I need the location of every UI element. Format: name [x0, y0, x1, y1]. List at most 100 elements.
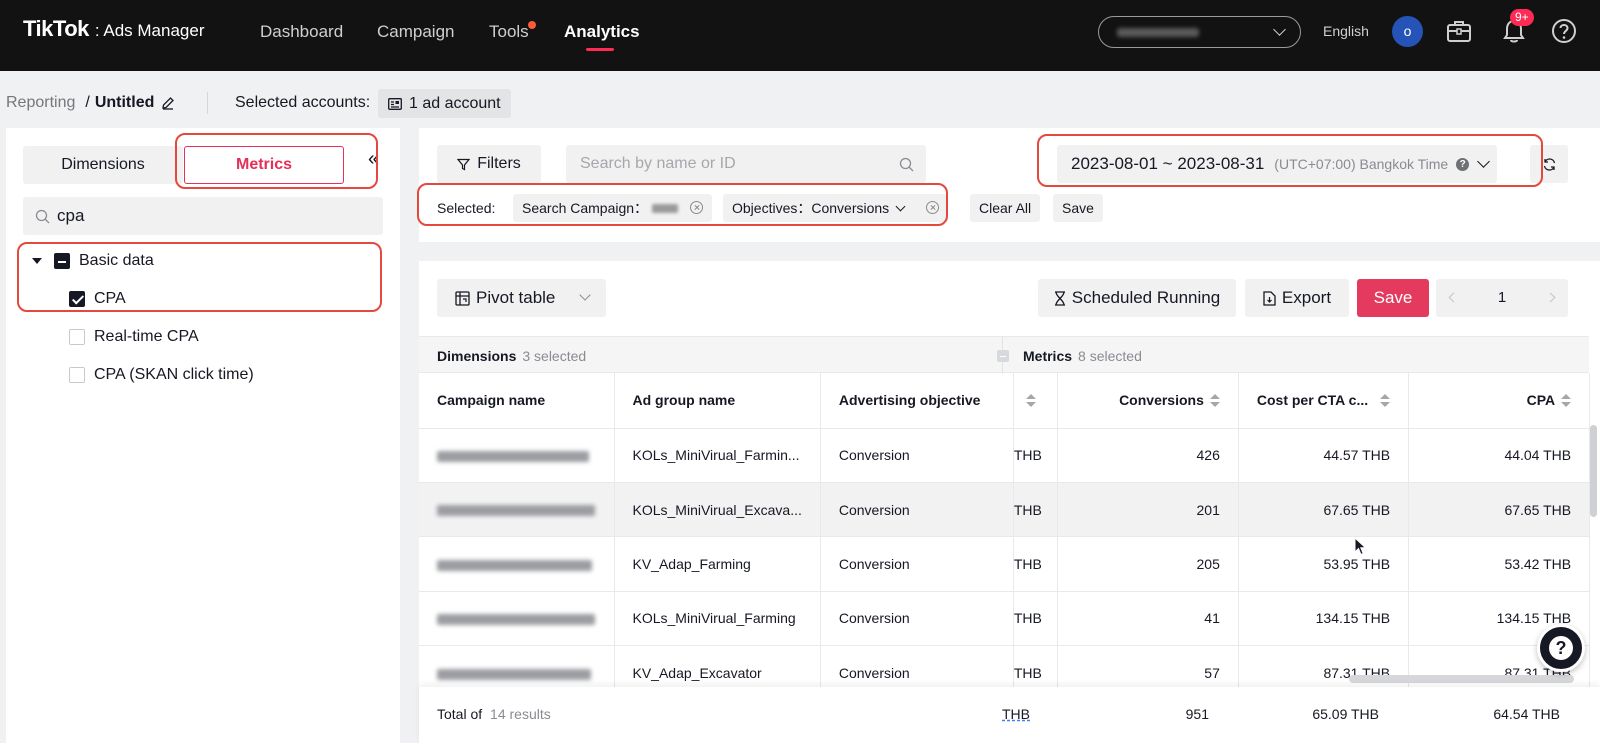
cell-cut-off: THB [1013, 591, 1058, 647]
cell-cpa: 53.42 THB [1408, 536, 1591, 592]
name-id-search-input[interactable] [580, 145, 880, 183]
cell-campaign-name[interactable] [419, 428, 615, 483]
checkbox-cpa[interactable] [69, 291, 85, 307]
cell-ad-group[interactable]: KOLs_MiniVirual_Excava... [614, 482, 821, 538]
col-conversions[interactable]: Conversions [1057, 373, 1239, 429]
highlight-selected-filters [417, 183, 948, 226]
col-advertising-objective[interactable]: Advertising objective [820, 373, 1014, 429]
help-chat-button[interactable]: ? [1537, 624, 1585, 672]
item-label: CPA (SKAN click time) [94, 366, 254, 383]
mouse-cursor-icon [1354, 537, 1367, 556]
cell-ad-group[interactable]: KOLs_MiniVirual_Farming [614, 591, 821, 647]
brand-sub: : Ads Manager [94, 21, 205, 40]
chevron-down-icon [1273, 23, 1286, 36]
sort-icon[interactable] [1025, 394, 1036, 408]
table-row[interactable]: KOLs_MiniVirual_Farming Conversion THB 4… [419, 591, 1591, 647]
tree-item-cpa-skan[interactable]: CPA (SKAN click time) [69, 366, 254, 384]
cell-ad-group[interactable]: KOLs_MiniVirual_Farmin... [614, 428, 821, 483]
dimensions-label: Dimensions [437, 348, 517, 364]
nav-analytics[interactable]: Analytics [564, 22, 640, 42]
cell-conversions: 41 [1057, 591, 1239, 647]
group-checkbox-partial[interactable] [54, 253, 70, 269]
filters-button[interactable]: Filters [437, 145, 541, 183]
save-filters-button[interactable]: Save [1053, 194, 1103, 222]
total-label-text: Total of [437, 706, 483, 722]
col-cost-per-cta[interactable]: Cost per CTA c... [1238, 373, 1410, 429]
campaign-name-redacted [437, 450, 589, 462]
metrics-count: 8 selected [1078, 348, 1142, 364]
cell-cut-off: THB [1013, 482, 1058, 538]
highlight-metrics-tab [175, 133, 378, 189]
cell-campaign-name[interactable] [419, 482, 615, 538]
table-row[interactable]: KOLs_MiniVirual_Excava... Conversion THB… [419, 482, 1591, 538]
export-label: Export [1281, 288, 1332, 307]
avatar[interactable]: o [1392, 16, 1423, 47]
account-card-icon [388, 97, 402, 110]
account-name-redacted [1117, 28, 1199, 37]
filters-label: Filters [477, 155, 521, 172]
ad-account-count: 1 ad account [409, 94, 501, 112]
tree-item-cpa[interactable]: CPA [69, 290, 126, 308]
cell-objective: Conversion [820, 591, 1014, 647]
checkbox-cpa-skan[interactable] [69, 367, 85, 383]
total-row: Total of 14 results THB 951 65.09 THB 64… [419, 687, 1600, 743]
sort-icon[interactable] [1561, 394, 1572, 408]
cell-campaign-name[interactable] [419, 536, 615, 592]
col-campaign-name[interactable]: Campaign name [419, 373, 615, 429]
briefcase-icon[interactable] [1443, 15, 1475, 47]
campaign-name-redacted [437, 668, 591, 680]
col-cpa[interactable]: CPA [1408, 373, 1591, 429]
clear-all-button[interactable]: Clear All [970, 194, 1041, 222]
checkbox-realtime-cpa[interactable] [69, 329, 85, 345]
nav-campaign[interactable]: Campaign [377, 22, 455, 42]
divider [207, 92, 208, 114]
cell-cpa: 44.04 THB [1408, 428, 1591, 483]
col-cut-off[interactable] [1013, 373, 1058, 429]
brand-name: TikTok [23, 16, 89, 41]
nav-tools[interactable]: Tools [489, 22, 529, 42]
cell-conversions: 201 [1057, 482, 1239, 538]
help-icon[interactable] [1548, 15, 1580, 47]
pagination: 1 [1436, 279, 1568, 317]
collapse-group-icon[interactable] [997, 350, 1009, 362]
account-selector[interactable] [1098, 16, 1301, 48]
table-row[interactable]: KOLs_MiniVirual_Farmin... Conversion THB… [419, 428, 1591, 483]
metric-search [23, 197, 383, 235]
total-conversions: 951 [1185, 706, 1209, 722]
search-icon[interactable] [899, 157, 914, 172]
tiktok-ads-manager-logo[interactable]: TikTok : Ads Manager [23, 16, 205, 42]
scheduled-running-button[interactable]: Scheduled Running [1038, 279, 1236, 317]
edit-pencil-icon[interactable] [161, 96, 175, 110]
highlight-date-range [1037, 134, 1543, 187]
campaign-name-redacted [437, 559, 592, 571]
filter-bar: Filters 2023-08-01 ~ 2023-08-31 (UTC+07:… [417, 128, 1600, 242]
cell-cost-per-cta: 44.57 THB [1238, 428, 1410, 483]
tab-dimensions[interactable]: Dimensions [23, 146, 183, 184]
nav-dashboard[interactable]: Dashboard [260, 22, 343, 42]
tree-group-basic-data[interactable]: Basic data [32, 252, 154, 270]
col-ad-group-name[interactable]: Ad group name [614, 373, 821, 429]
total-cost-per-cta: 65.09 THB [1312, 706, 1379, 722]
dimensions-count: 3 selected [522, 348, 587, 364]
horizontal-scrollbar[interactable] [1349, 675, 1574, 683]
vertical-scrollbar[interactable] [1590, 425, 1597, 517]
metric-search-input[interactable] [57, 197, 357, 235]
cell-ad-group[interactable]: KV_Adap_Farming [614, 536, 821, 592]
cell-conversions: 205 [1057, 536, 1239, 592]
sort-icon[interactable] [1380, 394, 1391, 408]
pivot-table-dropdown[interactable]: Pivot table [437, 279, 606, 317]
breadcrumb: Reporting / Untitled [6, 94, 175, 112]
cell-cost-per-cta: 134.15 THB [1238, 591, 1410, 647]
ad-account-chip[interactable]: 1 ad account [378, 89, 511, 118]
scheduled-running-label: Scheduled Running [1071, 288, 1221, 307]
cell-campaign-name[interactable] [419, 591, 615, 647]
language-switcher[interactable]: English [1323, 23, 1369, 39]
expand-triangle-icon[interactable] [32, 258, 42, 264]
sort-icon[interactable] [1209, 394, 1220, 408]
breadcrumb-reporting[interactable]: Reporting [6, 94, 75, 112]
save-report-button[interactable]: Save [1357, 279, 1429, 317]
tree-item-realtime-cpa[interactable]: Real-time CPA [69, 328, 199, 346]
notification-badge: 9+ [1510, 9, 1534, 26]
table-row[interactable]: KV_Adap_Farming Conversion THB 205 53.95… [419, 536, 1591, 592]
export-button[interactable]: Export [1245, 279, 1349, 317]
